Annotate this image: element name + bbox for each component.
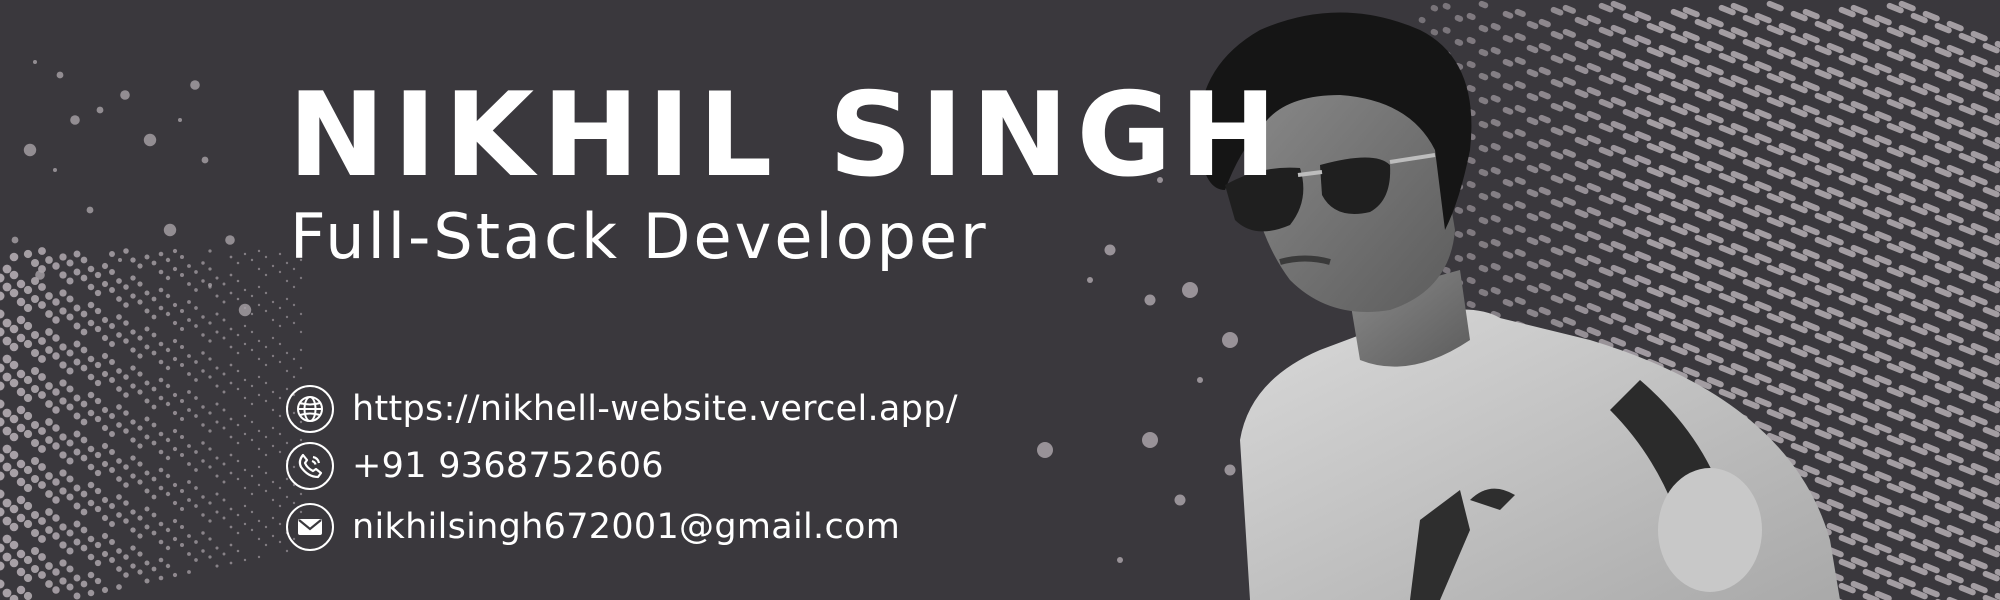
- profile-role: Full-Stack Developer: [290, 200, 989, 273]
- decor-dot: [1037, 442, 1053, 458]
- phone-icon: [286, 442, 334, 490]
- contact-website: https://nikhell-website.vercel.app/: [286, 384, 958, 434]
- decor-dot: [1117, 557, 1123, 563]
- decor-dot: [1087, 277, 1093, 283]
- profile-name: NIKHIL SINGH: [288, 68, 1285, 203]
- contact-phone: +91 9368752606: [286, 441, 664, 491]
- profile-photo: [1198, 12, 1840, 600]
- decor-dot: [1142, 432, 1158, 448]
- email-address[interactable]: nikhilsingh672001@gmail.com: [352, 507, 900, 547]
- contact-email: nikhilsingh672001@gmail.com: [286, 502, 900, 552]
- decor-dot: [1144, 294, 1156, 306]
- globe-icon: [286, 385, 334, 433]
- decor-dot: [1104, 244, 1116, 256]
- phone-number[interactable]: +91 9368752606: [352, 446, 664, 486]
- mail-icon: [286, 503, 334, 551]
- profile-banner: NIKHIL SINGH Full-Stack Developer https:…: [0, 0, 2000, 600]
- website-url[interactable]: https://nikhell-website.vercel.app/: [352, 389, 958, 429]
